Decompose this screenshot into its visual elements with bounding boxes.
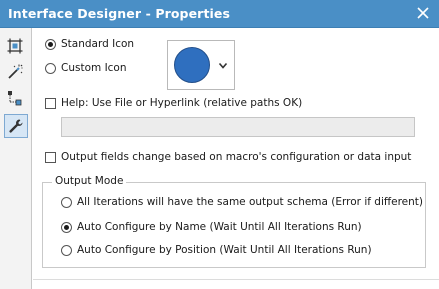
tool-wrench-button[interactable] <box>4 114 28 138</box>
custom-icon-radio[interactable] <box>45 63 56 74</box>
chevron-down-icon <box>218 61 228 73</box>
help-checkbox-label: Help: Use File or Hyperlink (relative pa… <box>61 97 303 109</box>
output-mode-option-by-name-radio[interactable] <box>61 222 72 233</box>
wrench-icon <box>9 119 23 133</box>
layout-icon <box>7 38 23 54</box>
properties-pane: Standard Icon Custom Icon Help: Use File… <box>33 28 439 289</box>
output-mode-option-same-schema-label: All Iterations will have the same output… <box>77 196 423 208</box>
standard-icon-radio[interactable] <box>45 39 56 50</box>
window-title: Interface Designer - Properties <box>8 6 231 21</box>
output-fields-label: Output fields change based on macro's co… <box>61 151 412 163</box>
custom-icon-label: Custom Icon <box>61 62 127 74</box>
magic-wand-icon <box>8 64 23 79</box>
close-icon[interactable] <box>416 6 430 20</box>
output-mode-option-by-position-label: Auto Configure by Position (Wait Until A… <box>77 244 372 256</box>
output-mode-option-by-name-label: Auto Configure by Name (Wait Until All I… <box>77 221 362 233</box>
divider <box>33 279 439 280</box>
output-mode-title: Output Mode <box>52 175 127 188</box>
circle-icon <box>174 47 210 83</box>
side-toolbar <box>0 28 32 289</box>
icon-picker-dropdown[interactable] <box>167 40 235 90</box>
tree-icon <box>8 91 22 106</box>
output-fields-checkbox[interactable] <box>45 152 56 163</box>
tool-layout-button[interactable] <box>4 35 28 59</box>
tool-tree-button[interactable] <box>4 87 28 111</box>
output-mode-option-same-schema-radio[interactable] <box>61 197 72 208</box>
help-path-input[interactable] <box>61 117 415 137</box>
tool-wand-button[interactable] <box>4 61 28 85</box>
title-bar: Interface Designer - Properties <box>0 0 439 28</box>
standard-icon-label: Standard Icon <box>61 38 135 50</box>
help-checkbox[interactable] <box>45 98 56 109</box>
output-mode-option-by-position-radio[interactable] <box>61 245 72 256</box>
